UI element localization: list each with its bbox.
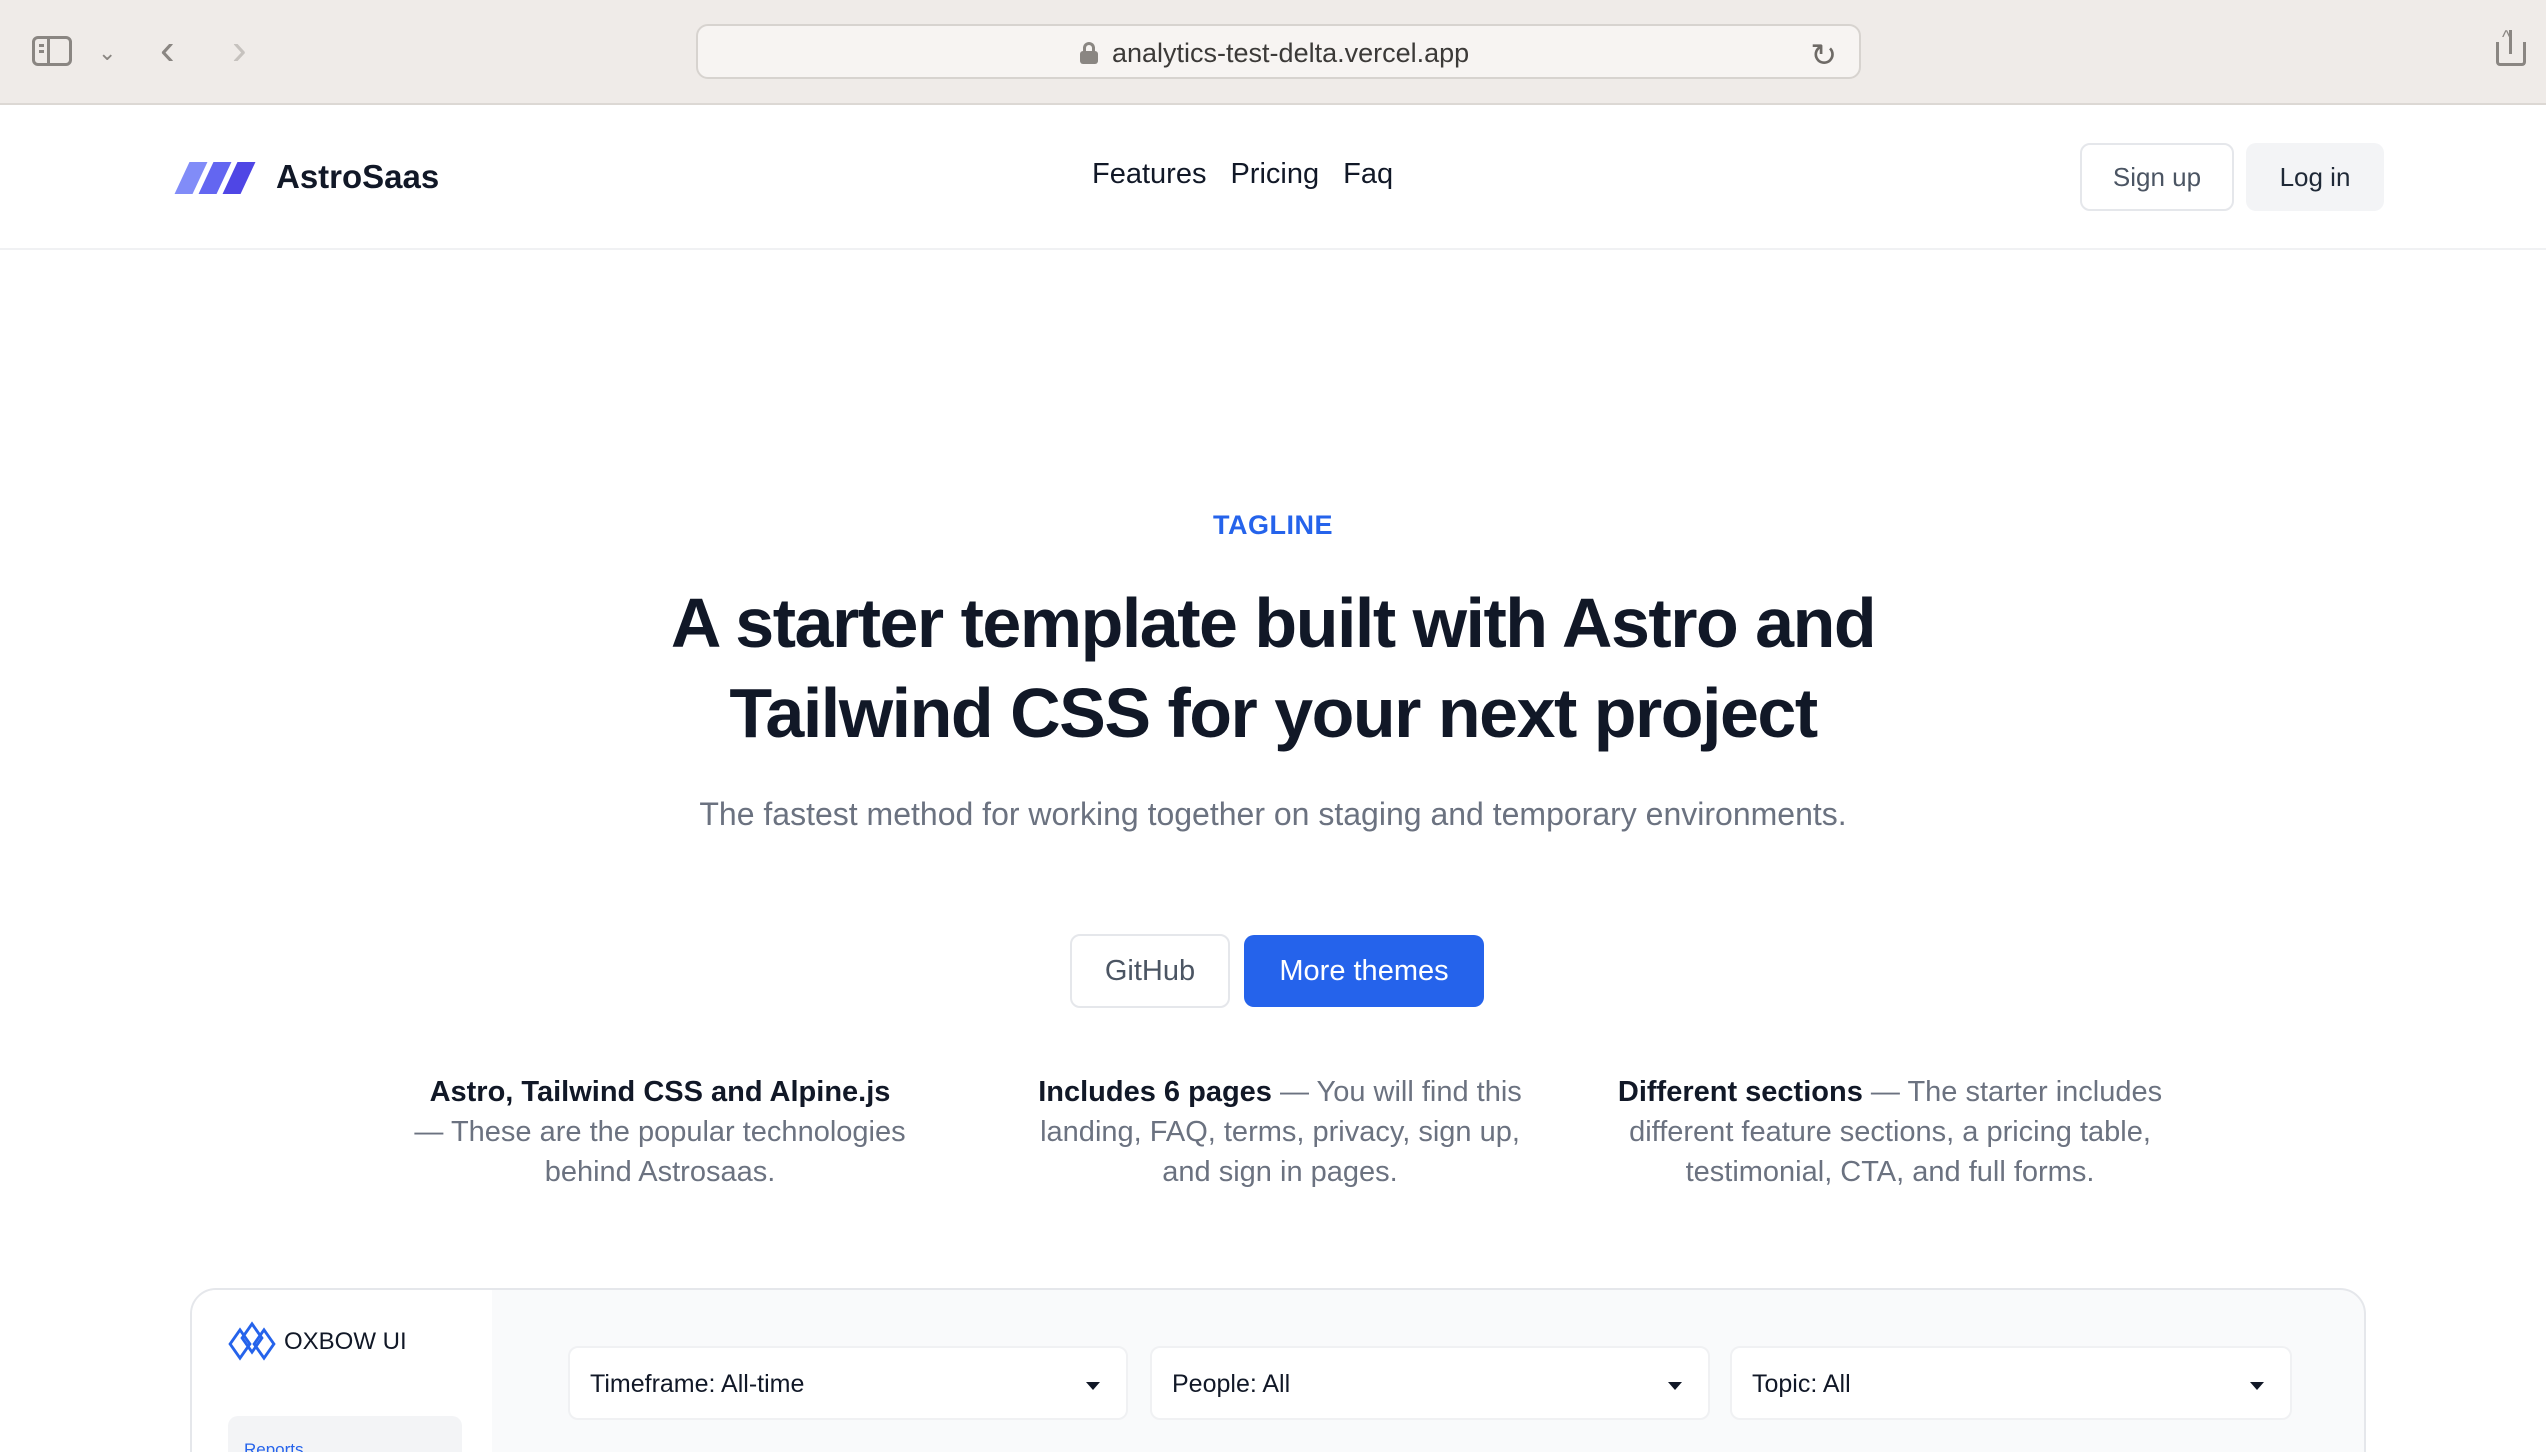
select-label: Timeframe: All-time	[590, 1370, 805, 1398]
feature-item: Includes 6 pages — You will find this la…	[1038, 1076, 1522, 1188]
sidebar-item-reports[interactable]: Reports	[228, 1416, 462, 1452]
browser-toolbar: ⌄ ‹ › analytics-test-delta.vercel.app ↻ …	[0, 0, 2546, 105]
nav-faq[interactable]: Faq	[1343, 158, 1393, 191]
chevron-down-icon[interactable]: ⌄	[98, 40, 116, 66]
tagline: TAGLINE	[1213, 510, 1333, 540]
preview-brand: OXBOW UI	[284, 1328, 407, 1355]
logo-icon[interactable]	[174, 162, 256, 194]
people-select[interactable]: People: All	[1150, 1346, 1710, 1420]
share-icon[interactable]: ^	[2496, 28, 2526, 66]
main-nav: Features Pricing Faq	[1092, 158, 1393, 191]
more-themes-button[interactable]: More themes	[1244, 935, 1484, 1007]
github-button[interactable]: GitHub	[1070, 934, 1230, 1008]
forward-icon[interactable]: ›	[232, 28, 247, 72]
timeframe-select[interactable]: Timeframe: All-time	[568, 1346, 1128, 1420]
caret-down-icon	[1668, 1382, 1682, 1390]
address-bar[interactable]: analytics-test-delta.vercel.app ↻	[696, 24, 1861, 79]
select-label: People: All	[1172, 1370, 1291, 1398]
dashboard-preview: OXBOW UI Reports Timeframe: All-time Peo…	[190, 1288, 2366, 1452]
url-text: analytics-test-delta.vercel.app	[1112, 38, 1470, 68]
brand-name[interactable]: AstroSaas	[276, 158, 439, 196]
topic-select[interactable]: Topic: All	[1730, 1346, 2292, 1420]
site-header: AstroSaas Features Pricing Faq Sign up L…	[0, 106, 2546, 250]
feature-text: These are the popular technologies behin…	[450, 1116, 906, 1188]
log-in-button[interactable]: Log in	[2246, 143, 2384, 211]
select-label: Topic: All	[1752, 1370, 1851, 1398]
preview-sidebar: OXBOW UI Reports	[192, 1290, 492, 1452]
sidebar-toggle-icon[interactable]	[32, 36, 72, 66]
caret-down-icon	[1086, 1382, 1100, 1390]
caret-down-icon	[2250, 1382, 2264, 1390]
feature-item: Astro, Tailwind CSS and Alpine.js — These…	[414, 1076, 906, 1188]
feature-item: Different sections — The starter include…	[1617, 1076, 2163, 1188]
sidebar-item-label: Reports	[244, 1440, 304, 1452]
oxbow-logo-icon	[228, 1321, 276, 1362]
feature-title: Includes 6 pages	[1038, 1076, 1272, 1108]
reload-icon[interactable]: ↻	[1810, 36, 1837, 74]
sign-up-button[interactable]: Sign up	[2080, 143, 2234, 211]
nav-pricing[interactable]: Pricing	[1230, 158, 1319, 191]
nav-features[interactable]: Features	[1092, 158, 1206, 191]
hero-subheadline: The fastest method for working together …	[699, 796, 1847, 832]
lock-icon	[1080, 42, 1098, 64]
feature-title: Different sections	[1617, 1076, 1863, 1108]
hero-headline: A starter template built with Astro and …	[670, 584, 1877, 752]
feature-title: Astro, Tailwind CSS and Alpine.js	[429, 1076, 891, 1108]
back-icon[interactable]: ‹	[160, 28, 175, 72]
